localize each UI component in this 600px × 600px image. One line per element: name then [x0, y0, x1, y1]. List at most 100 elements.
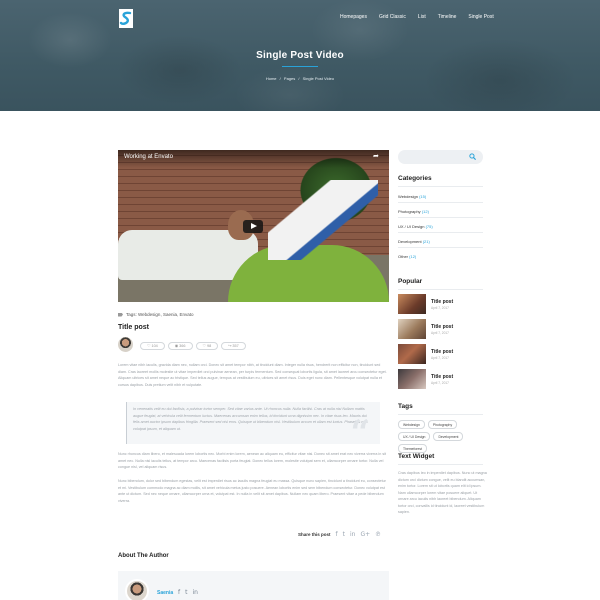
tag-cloud: Webdesign Photography UX / UI Design Dev…	[398, 420, 488, 453]
category-count: (12)	[421, 209, 429, 214]
linkedin-icon[interactable]: in	[192, 589, 197, 596]
post-tags: Tags: Webdesign, Saenia, Envato	[118, 312, 193, 317]
post-title: Title post	[118, 324, 149, 331]
google-plus-icon[interactable]: G+	[360, 531, 370, 538]
quote-text: In venenatis velit eu dui facilisis, a p…	[133, 407, 368, 431]
blockquote: In venenatis velit eu dui facilisis, a p…	[126, 402, 380, 450]
search-box	[398, 150, 483, 164]
nav-timeline[interactable]: Timeline	[438, 14, 457, 20]
nav-homepages[interactable]: Homepages	[340, 14, 367, 20]
views-stat[interactable]: ◉ 366	[167, 342, 193, 350]
author-avatar[interactable]	[125, 579, 149, 600]
divider	[398, 232, 483, 233]
category-count: (15)	[419, 194, 427, 199]
popular-post-title[interactable]: Title post	[431, 374, 453, 380]
popular-post-date: April 7, 2017	[431, 356, 449, 360]
popular-post-title[interactable]: Title post	[431, 299, 453, 305]
text-widget-body: Cras dapibus leo in imperdiet dapibus. N…	[398, 471, 487, 514]
facebook-icon[interactable]: f	[336, 531, 338, 538]
main-nav: Homepages Grid Classic List Timeline Sin…	[340, 14, 506, 20]
tag-item[interactable]: UX / UI Design	[398, 432, 431, 441]
category-item[interactable]: UX / UI Design (75)	[398, 224, 433, 229]
nav-grid-classic[interactable]: Grid Classic	[379, 14, 406, 20]
post-tags-text[interactable]: Tags: Webdesign, Saenia, Envato	[126, 312, 193, 317]
tags-title: Tags	[398, 403, 413, 410]
breadcrumb-pages[interactable]: Pages	[284, 76, 295, 81]
categories-title: Categories	[398, 175, 432, 182]
popular-post[interactable]: Title post April 7, 2017	[398, 294, 488, 316]
divider	[398, 289, 483, 290]
post-paragraph: Nunc rhoncus diam libero, et malesuada l…	[118, 452, 387, 470]
breadcrumb-current: Single Post Video	[302, 76, 335, 81]
tag-item[interactable]: Photography	[427, 420, 458, 429]
share-bar: Share this post f t in G+ ℗	[298, 531, 381, 538]
divider	[398, 247, 483, 248]
tag-item[interactable]: Development	[433, 432, 464, 441]
divider	[398, 186, 483, 187]
author-social: f t in	[178, 589, 198, 596]
twitter-icon[interactable]: t	[343, 531, 345, 538]
favorites-stat[interactable]: ♡ 98	[195, 342, 219, 350]
video-frame-legs	[268, 180, 378, 260]
facebook-icon[interactable]: f	[178, 589, 180, 596]
logo-icon[interactable]	[117, 8, 135, 29]
popular-post[interactable]: Title post April 7, 2017	[398, 344, 488, 366]
hero-header: Homepages Grid Classic List Timeline Sin…	[0, 0, 600, 111]
share-icon[interactable]: ➦	[373, 153, 383, 161]
category-name: UX / UI Design	[398, 224, 425, 229]
video-player[interactable]: Working at Envato ➦	[118, 150, 389, 302]
category-count: (12)	[409, 254, 417, 259]
pinterest-icon[interactable]: ℗	[375, 531, 381, 538]
popular-post-title[interactable]: Title post	[431, 349, 453, 355]
popular-post-date: April 7, 2017	[431, 306, 449, 310]
category-name: Photography	[398, 209, 421, 214]
divider	[398, 414, 483, 415]
popular-post[interactable]: Title post April 7, 2017	[398, 369, 488, 391]
search-icon[interactable]	[469, 153, 476, 160]
quote-mark-icon: “	[350, 413, 370, 453]
divider	[398, 217, 483, 218]
category-name: Development	[398, 239, 422, 244]
page-title: Single Post Video	[256, 50, 344, 61]
category-name: Webdesign	[398, 194, 418, 199]
post-thumbnail[interactable]	[398, 369, 426, 389]
divider	[398, 202, 483, 203]
play-button[interactable]	[243, 220, 263, 233]
popular-post-title[interactable]: Title post	[431, 324, 453, 330]
post-thumbnail[interactable]	[398, 319, 426, 339]
category-item[interactable]: Photography (12)	[398, 209, 429, 214]
nav-list[interactable]: List	[418, 14, 426, 20]
share-label: Share this post	[298, 532, 331, 537]
popular-post-date: April 7, 2017	[431, 331, 449, 335]
post-thumbnail[interactable]	[398, 294, 426, 314]
linkedin-icon[interactable]: in	[350, 531, 355, 538]
tag-item[interactable]: Themeforest	[398, 444, 428, 453]
search-input[interactable]	[404, 152, 466, 162]
author-name[interactable]: Saenia	[157, 590, 173, 596]
title-underline	[282, 66, 318, 67]
post-stats: ♡ 104 ◉ 366 ♡ 98 ↪ 357	[140, 342, 246, 350]
popular-post-date: April 7, 2017	[431, 381, 449, 385]
breadcrumb-home[interactable]: Home	[266, 76, 277, 81]
text-widget-title: Text Widget	[398, 453, 435, 460]
author-box: Saenia f t in	[118, 571, 389, 600]
post-paragraph: Nunc bibendum, dolor sed bibendum egesta…	[118, 479, 386, 503]
popular-post[interactable]: Title post April 7, 2017	[398, 319, 488, 341]
tag-icon	[118, 312, 123, 317]
shares-stat[interactable]: ↪ 357	[221, 342, 246, 350]
category-item[interactable]: Other (12)	[398, 254, 416, 259]
about-author-title: About The Author	[118, 553, 169, 559]
twitter-icon[interactable]: t	[185, 589, 187, 596]
breadcrumb-separator: /	[298, 76, 300, 81]
tag-item[interactable]: Webdesign	[398, 420, 425, 429]
category-item[interactable]: Development (21)	[398, 239, 430, 244]
video-title[interactable]: Working at Envato	[124, 154, 173, 160]
likes-stat[interactable]: ♡ 104	[140, 342, 165, 350]
nav-single-post[interactable]: Single Post	[468, 14, 493, 20]
avatar[interactable]	[118, 337, 133, 352]
category-name: Other	[398, 254, 409, 259]
category-count: (75)	[425, 224, 433, 229]
popular-title: Popular	[398, 278, 423, 285]
post-thumbnail[interactable]	[398, 344, 426, 364]
category-item[interactable]: Webdesign (15)	[398, 194, 426, 199]
